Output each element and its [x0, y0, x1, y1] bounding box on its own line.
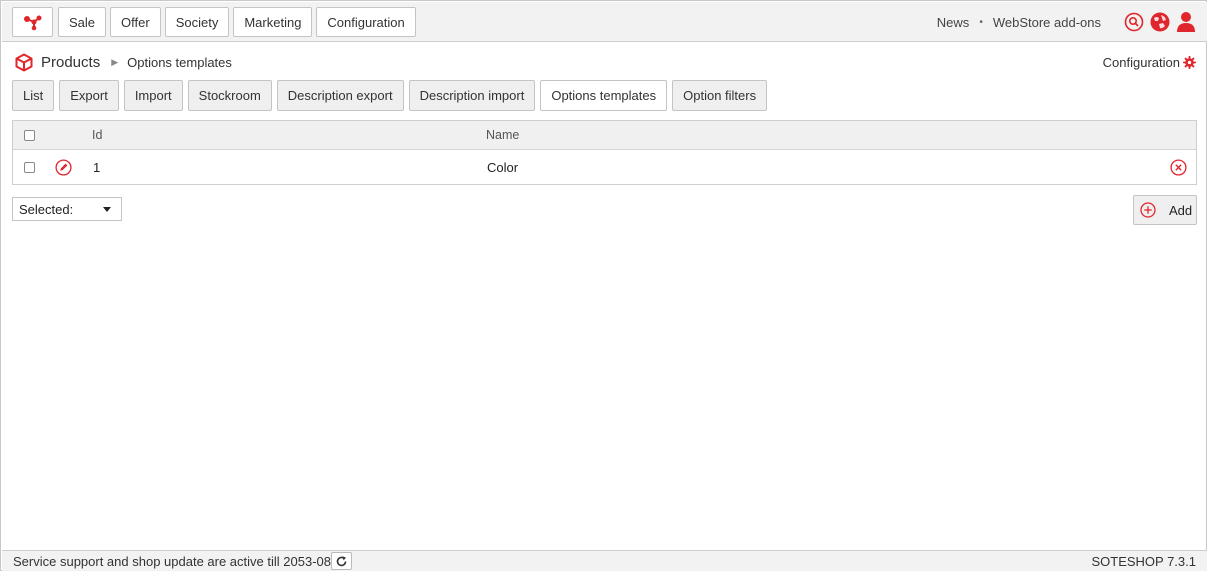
- tab-options-templates[interactable]: Options templates: [540, 80, 668, 111]
- nav-sale[interactable]: Sale: [58, 7, 107, 37]
- select-all-checkbox[interactable]: [24, 129, 35, 141]
- user-icon[interactable]: [1175, 11, 1197, 33]
- row-checkbox-cell: [24, 150, 35, 184]
- status-bar: Service support and shop update are acti…: [2, 550, 1207, 571]
- breadcrumb-current: Options templates: [127, 54, 232, 70]
- box-icon: [15, 53, 33, 71]
- nav-marketing[interactable]: Marketing: [233, 7, 313, 37]
- breadcrumb-separator: ▶: [111, 56, 119, 67]
- top-icons: [1123, 11, 1197, 33]
- plus-circle-icon: [1140, 202, 1156, 218]
- search-icon[interactable]: [1123, 11, 1145, 33]
- edit-cell: [55, 150, 72, 184]
- version-label: SOTESHOP 7.3.1: [1091, 554, 1196, 569]
- delete-icon[interactable]: [1170, 158, 1187, 176]
- support-status-text: Service support and shop update are acti…: [13, 554, 350, 569]
- delete-cell: [1170, 150, 1187, 184]
- news-link[interactable]: News: [937, 15, 970, 30]
- product-tabs: List Export Import Stockroom Description…: [12, 80, 768, 111]
- network-logo-icon: [23, 15, 41, 31]
- top-bar: Sale Offer Society Marketing Configurati…: [2, 2, 1207, 42]
- tab-list[interactable]: List: [12, 80, 55, 111]
- tab-import[interactable]: Import: [123, 80, 183, 111]
- options-templates-table: Id Name 1 Color: [12, 120, 1197, 185]
- home-logo-button[interactable]: [12, 7, 53, 37]
- column-header-id[interactable]: Id: [92, 121, 102, 149]
- breadcrumb-products[interactable]: Products: [41, 54, 100, 71]
- tab-description-export[interactable]: Description export: [276, 80, 404, 111]
- configuration-link[interactable]: Configuration: [1103, 52, 1196, 72]
- tab-description-import[interactable]: Description import: [408, 80, 536, 111]
- configuration-link-label: Configuration: [1102, 54, 1180, 70]
- top-right-area: News • WebStore add-ons: [937, 10, 1197, 34]
- caret-down-icon: [103, 207, 111, 212]
- select-all-cell: [24, 121, 35, 149]
- row-checkbox[interactable]: [24, 161, 35, 173]
- edit-icon[interactable]: [55, 158, 72, 176]
- column-header-name[interactable]: Name: [486, 121, 519, 149]
- add-button-label: Add: [1169, 202, 1193, 218]
- table-row: 1 Color: [13, 150, 1196, 184]
- row-id: 1: [93, 159, 101, 175]
- main-nav: Sale Offer Society Marketing Configurati…: [58, 7, 416, 37]
- nav-configuration[interactable]: Configuration: [316, 7, 416, 37]
- refresh-icon: [336, 555, 347, 566]
- refresh-button[interactable]: [331, 552, 352, 570]
- gear-icon: [1183, 55, 1196, 69]
- table-header: Id Name: [13, 121, 1196, 150]
- add-button[interactable]: Add: [1133, 195, 1197, 225]
- selected-actions-dropdown[interactable]: Selected:: [12, 197, 122, 221]
- tab-stockroom[interactable]: Stockroom: [187, 80, 272, 111]
- tab-option-filters[interactable]: Option filters: [672, 80, 768, 111]
- globe-icon[interactable]: [1149, 11, 1171, 33]
- nav-offer[interactable]: Offer: [110, 7, 161, 37]
- link-separator: •: [979, 16, 983, 28]
- nav-society[interactable]: Society: [164, 7, 230, 37]
- row-name: Color: [487, 159, 519, 175]
- selected-actions-label: Selected:: [19, 201, 74, 217]
- webstore-addons-link[interactable]: WebStore add-ons: [993, 15, 1101, 30]
- breadcrumb: Products ▶ Options templates: [15, 51, 232, 73]
- app-window: Sale Offer Society Marketing Configurati…: [0, 0, 1207, 571]
- tab-export[interactable]: Export: [59, 80, 119, 111]
